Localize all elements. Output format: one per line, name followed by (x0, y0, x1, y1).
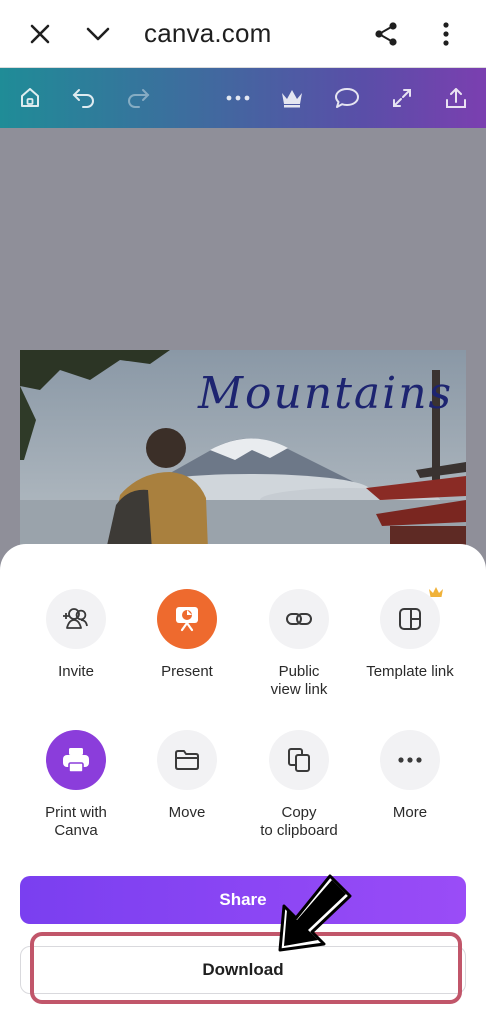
present-icon (157, 589, 217, 649)
share-button[interactable]: Share (20, 876, 466, 924)
pointer-arrow-icon (270, 870, 356, 961)
crown-icon (428, 585, 444, 604)
comment-icon[interactable] (329, 80, 365, 116)
upload-icon[interactable] (438, 80, 474, 116)
browser-bar: canva.com (0, 0, 486, 68)
more-horizontal-icon (380, 730, 440, 790)
move-action[interactable]: Move (131, 730, 243, 822)
present-label: Present (161, 663, 213, 680)
close-icon[interactable] (20, 14, 60, 54)
copy-to-clipboard-action[interactable]: Copy to clipboard (243, 730, 355, 840)
copy-to-clipboard-label: Copy to clipboard (260, 804, 338, 839)
add-people-icon (46, 589, 106, 649)
link-icon (269, 589, 329, 649)
public-view-link-label: Public view link (270, 663, 328, 698)
move-label: Move (168, 804, 206, 821)
redo-icon[interactable] (120, 80, 156, 116)
invite-action[interactable]: Invite (20, 589, 132, 681)
editor-toolbar (0, 68, 486, 128)
public-view-link-action[interactable]: Public view link (243, 589, 355, 699)
copy-icon (269, 730, 329, 790)
more-label: More (392, 804, 428, 821)
design-title: Mountains (198, 368, 454, 419)
print-with-canva-action[interactable]: Print with Canva (20, 730, 132, 840)
print-with-canva-label: Print with Canva (45, 804, 107, 839)
template-link-label: Template link (366, 663, 454, 680)
folder-icon (157, 730, 217, 790)
url-text[interactable]: canva.com (144, 18, 272, 49)
chevron-down-icon[interactable] (78, 14, 118, 54)
more-action[interactable]: More (354, 730, 466, 822)
download-highlight (30, 932, 462, 1004)
template-link-action[interactable]: Template link (354, 587, 466, 681)
more-vertical-icon[interactable] (426, 14, 466, 54)
home-icon[interactable] (12, 80, 48, 116)
design-preview[interactable]: Mountains (20, 350, 466, 550)
template-icon (380, 587, 443, 649)
expand-icon[interactable] (384, 80, 420, 116)
invite-label: Invite (58, 663, 94, 680)
present-action[interactable]: Present (131, 589, 243, 681)
share-icon[interactable] (366, 14, 406, 54)
more-horizontal-icon[interactable] (220, 80, 256, 116)
crown-icon[interactable] (274, 80, 310, 116)
printer-icon (46, 730, 106, 790)
undo-icon[interactable] (66, 80, 102, 116)
